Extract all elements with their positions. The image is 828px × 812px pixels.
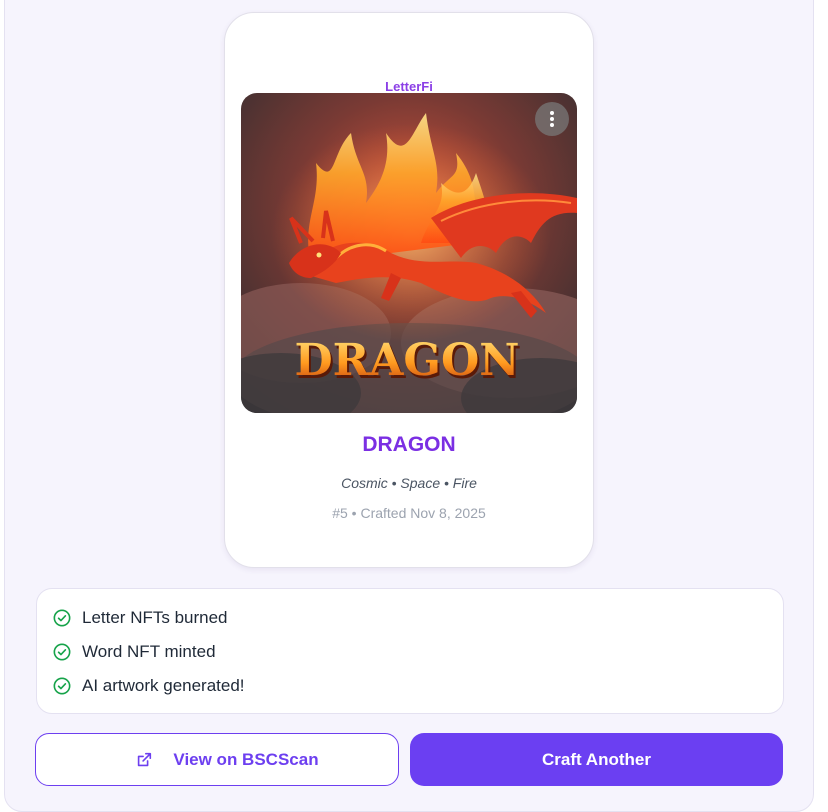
artwork-caption: DRAGON <box>295 335 520 386</box>
craft-another-label: Craft Another <box>542 749 651 769</box>
status-label: Word NFT minted <box>82 642 216 661</box>
nft-artwork: DRAGON DRAGON <box>241 93 577 413</box>
more-vertical-icon <box>550 111 554 127</box>
status-item-artwork: AI artwork generated! <box>53 674 245 698</box>
check-circle-icon <box>53 677 71 695</box>
status-item-minted: Word NFT minted <box>53 640 216 664</box>
brand-label: LetterFi <box>385 79 433 94</box>
craft-another-button[interactable]: Craft Another <box>410 733 783 786</box>
nft-meta: #5 • Crafted Nov 8, 2025 <box>332 505 486 521</box>
status-label: Letter NFTs burned <box>82 608 228 627</box>
artwork-menu-button[interactable] <box>535 102 569 136</box>
status-list: Letter NFTs burned Word NFT minted AI ar… <box>36 588 784 714</box>
external-link-icon <box>138 752 152 766</box>
check-circle-icon <box>53 643 71 661</box>
status-label: AI artwork generated! <box>82 676 245 695</box>
view-on-bscscan-button[interactable]: View on BSCScan <box>35 733 399 786</box>
dragon-artwork-image: DRAGON DRAGON <box>241 93 577 413</box>
nft-title: DRAGON <box>362 433 456 456</box>
nft-tags: Cosmic • Space • Fire <box>341 475 477 491</box>
view-on-bscscan-label: View on BSCScan <box>173 749 319 769</box>
status-item-burned: Letter NFTs burned <box>53 606 228 630</box>
check-circle-icon <box>53 609 71 627</box>
nft-card: LetterFi DRAGON DRAGON DRAGON Cosmic • S… <box>224 12 594 568</box>
